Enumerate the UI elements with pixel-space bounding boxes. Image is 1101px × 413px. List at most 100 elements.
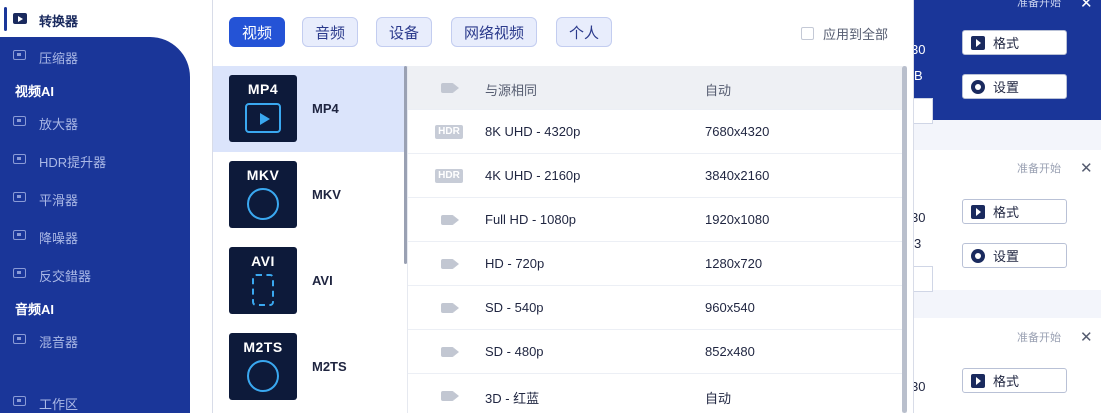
play-icon: [971, 35, 985, 50]
film-reel-icon: [247, 360, 279, 392]
resolution-row[interactable]: 3D - 红蓝 自动: [408, 374, 903, 413]
resolution-size: 自动: [705, 83, 732, 98]
resolution-size: 852x480: [705, 344, 755, 359]
tab-web-video[interactable]: 网络视频: [451, 17, 538, 47]
sidebar-item-mixer[interactable]: 混音器: [0, 324, 190, 356]
apply-all-option[interactable]: 应用到全部: [801, 24, 888, 43]
status-text: 准备开始: [1017, 163, 1061, 175]
resolution-row[interactable]: 与源相同 自动: [408, 66, 903, 110]
resolution-list: 与源相同 自动 HDR 8K UHD - 4320p 7680x4320 HDR…: [407, 66, 913, 413]
settings-button-label: 设置: [993, 249, 1020, 264]
converter-icon: [13, 13, 27, 24]
sidebar-item-label: 放大器: [39, 117, 79, 132]
format-label: M2TS: [312, 359, 347, 374]
sidebar-item-compressor[interactable]: 压缩器: [0, 40, 190, 72]
close-icon[interactable]: ✕: [1080, 0, 1093, 12]
mp4-icon: MP4: [229, 75, 297, 142]
resolution-list-scrollbar[interactable]: [902, 66, 907, 413]
apply-all-label: 应用到全部: [823, 27, 889, 42]
settings-button[interactable]: 设置: [962, 243, 1067, 268]
resolution-name: 与源相同: [485, 83, 538, 98]
sidebar-item-label: 反交錯器: [39, 269, 92, 284]
sidebar-item-label: 降噪器: [39, 231, 79, 246]
tab-video[interactable]: 视频: [229, 17, 286, 47]
sidebar: 转换器 压缩器 视频AI 放大器 HDR提升器 平滑器 降噪器 反交錯器 音频A…: [0, 0, 212, 413]
resolution-name: Full HD - 1080p: [485, 212, 577, 227]
sidebar-item-label: 平滑器: [39, 193, 79, 208]
apply-all-checkbox[interactable]: [801, 27, 814, 40]
hdr-icon: HDR: [435, 125, 463, 139]
tab-audio[interactable]: 音频: [302, 17, 359, 47]
format-item-avi[interactable]: AVI AVI: [213, 238, 407, 324]
gear-icon: [971, 79, 985, 94]
format-button-label: 格式: [993, 374, 1020, 389]
close-icon[interactable]: ✕: [1080, 159, 1093, 177]
tab-personal[interactable]: 个人: [556, 17, 613, 47]
status-text: 准备开始: [1017, 0, 1061, 9]
resolution-size: 1920x1080: [705, 212, 770, 227]
resolution-name: SD - 540p: [485, 300, 544, 315]
format-label: MP4: [312, 101, 339, 116]
format-item-mkv[interactable]: MKV MKV: [213, 152, 407, 238]
resolution-row[interactable]: HDR 8K UHD - 4320p 7680x4320: [408, 110, 903, 154]
play-icon: [971, 204, 985, 219]
m2ts-icon: M2TS: [229, 333, 297, 400]
camera-icon: [441, 83, 459, 93]
settings-button-label: 设置: [993, 80, 1020, 95]
smoother-icon: [13, 192, 26, 202]
mkv-symbol-icon: [247, 188, 279, 220]
resolution-row[interactable]: HDR 4K UHD - 2160p 3840x2160: [408, 154, 903, 198]
thumb-text: MP4: [247, 81, 279, 97]
format-dialog: 视频 音频 设备 网络视频 个人 应用到全部 MP4 MP4 MKV MKV A: [212, 0, 914, 413]
sidebar-item-label: HDR提升器: [39, 155, 107, 170]
task-card-3: [900, 318, 1101, 413]
close-icon[interactable]: ✕: [1080, 328, 1093, 346]
camera-icon: [441, 391, 459, 401]
sidebar-item-denoiser[interactable]: 降噪器: [0, 220, 190, 252]
peek-text: 3: [914, 236, 922, 251]
sidebar-item-upscaler[interactable]: 放大器: [0, 106, 190, 138]
format-item-mp4[interactable]: MP4 MP4: [213, 66, 407, 152]
thumb-text: AVI: [251, 253, 275, 269]
sidebar-item-hdr[interactable]: HDR提升器: [0, 144, 190, 176]
sidebar-item-workspace[interactable]: 工作区: [0, 386, 190, 413]
tab-device[interactable]: 设备: [376, 17, 433, 47]
section-video-ai: 视频AI: [15, 84, 55, 99]
mixer-icon: [13, 334, 26, 344]
thumb-text: MKV: [246, 167, 280, 183]
active-indicator: [4, 7, 7, 31]
sidebar-item-converter[interactable]: 转换器: [0, 0, 212, 37]
camera-icon: [441, 347, 459, 357]
resolution-row[interactable]: HD - 720p 1280x720: [408, 242, 903, 286]
hdr-icon: [13, 154, 26, 164]
scrollbar-thumb[interactable]: [902, 66, 907, 413]
resolution-row[interactable]: SD - 540p 960x540: [408, 286, 903, 330]
category-tabs: 视频 音频 设备 网络视频 个人 应用到全部: [213, 0, 913, 66]
sidebar-item-label: 工作区: [39, 397, 79, 412]
play-icon: [245, 103, 281, 133]
camera-icon: [441, 215, 459, 225]
format-button[interactable]: 格式: [962, 368, 1067, 393]
deinterlacer-icon: [13, 268, 26, 278]
resolution-size: 960x540: [705, 300, 755, 315]
resolution-size: 7680x4320: [705, 124, 770, 139]
camera-icon: [441, 259, 459, 269]
monitor-icon: [13, 396, 26, 406]
play-icon: [971, 373, 985, 388]
format-button[interactable]: 格式: [962, 199, 1067, 224]
format-list: MP4 MP4 MKV MKV AVI AVI M2TS M2TS: [213, 66, 407, 413]
compressor-icon: [13, 50, 26, 60]
hdr-icon: HDR: [435, 169, 463, 183]
resolution-name: SD - 480p: [485, 344, 544, 359]
thumb-text: M2TS: [243, 339, 283, 355]
sidebar-item-smoother[interactable]: 平滑器: [0, 182, 190, 214]
resolution-row[interactable]: Full HD - 1080p 1920x1080: [408, 198, 903, 242]
format-button[interactable]: 格式: [962, 30, 1067, 55]
format-label: AVI: [312, 273, 333, 288]
sidebar-item-deinterlacer[interactable]: 反交錯器: [0, 258, 190, 290]
settings-button[interactable]: 设置: [962, 74, 1067, 99]
format-item-m2ts[interactable]: M2TS M2TS: [213, 324, 407, 410]
peek-text: B: [914, 68, 923, 83]
resolution-name: 8K UHD - 4320p: [485, 124, 581, 139]
resolution-row[interactable]: SD - 480p 852x480: [408, 330, 903, 374]
